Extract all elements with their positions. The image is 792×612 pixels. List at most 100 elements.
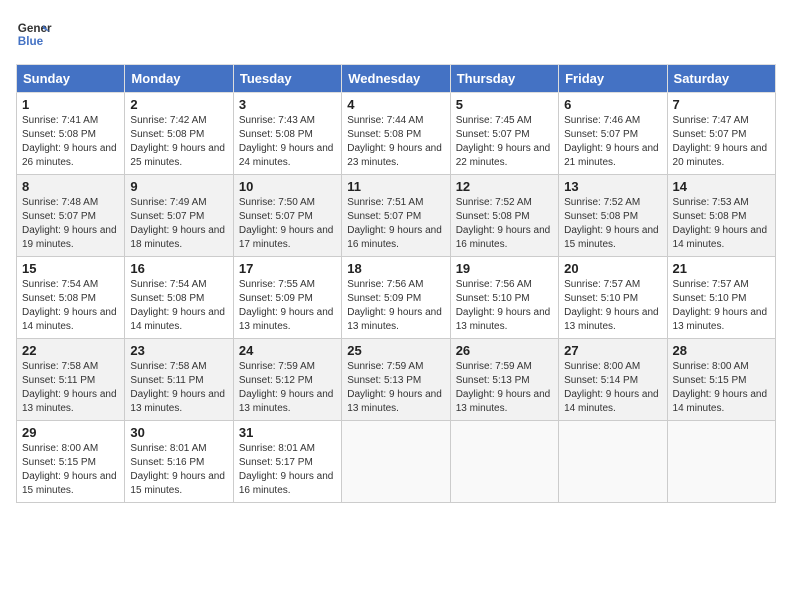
cell-day-number: 15 — [22, 261, 119, 276]
cell-info: Sunrise: 7:47 AMSunset: 5:07 PMDaylight:… — [673, 114, 770, 170]
calendar-cell: 12 Sunrise: 7:52 AMSunset: 5:08 PMDayligh… — [450, 175, 558, 257]
cell-info: Sunrise: 8:01 AMSunset: 5:16 PMDaylight:… — [130, 442, 227, 498]
calendar-cell: 24 Sunrise: 7:59 AMSunset: 5:12 PMDayligh… — [233, 339, 341, 421]
cell-info: Sunrise: 7:49 AMSunset: 5:07 PMDaylight:… — [130, 196, 227, 252]
col-header-thursday: Thursday — [450, 65, 558, 93]
calendar-cell: 5 Sunrise: 7:45 AMSunset: 5:07 PMDaylight… — [450, 93, 558, 175]
cell-info: Sunrise: 7:54 AMSunset: 5:08 PMDaylight:… — [130, 278, 227, 334]
calendar-cell: 29Sunrise: 8:00 AMSunset: 5:15 PMDayligh… — [17, 421, 125, 503]
calendar-cell: 25 Sunrise: 7:59 AMSunset: 5:13 PMDayligh… — [342, 339, 450, 421]
cell-info: Sunrise: 7:46 AMSunset: 5:07 PMDaylight:… — [564, 114, 661, 170]
cell-info: Sunrise: 7:55 AMSunset: 5:09 PMDaylight:… — [239, 278, 336, 334]
cell-day-number: 20 — [564, 261, 661, 276]
cell-info: Sunrise: 7:57 AMSunset: 5:10 PMDaylight:… — [673, 278, 770, 334]
col-header-monday: Monday — [125, 65, 233, 93]
cell-day-number: 6 — [564, 97, 661, 112]
calendar-cell — [342, 421, 450, 503]
cell-info: Sunrise: 7:44 AMSunset: 5:08 PMDaylight:… — [347, 114, 444, 170]
cell-day-number: 23 — [130, 343, 227, 358]
calendar-cell — [559, 421, 667, 503]
cell-day-number: 18 — [347, 261, 444, 276]
calendar-cell: 18Sunrise: 7:56 AMSunset: 5:09 PMDayligh… — [342, 257, 450, 339]
cell-day-number: 31 — [239, 425, 336, 440]
cell-day-number: 28 — [673, 343, 770, 358]
cell-info: Sunrise: 7:53 AMSunset: 5:08 PMDaylight:… — [673, 196, 770, 252]
calendar-header-row: SundayMondayTuesdayWednesdayThursdayFrid… — [17, 65, 776, 93]
cell-day-number: 12 — [456, 179, 553, 194]
cell-info: Sunrise: 7:52 AMSunset: 5:08 PMDaylight:… — [456, 196, 553, 252]
calendar-cell: 8 Sunrise: 7:48 AMSunset: 5:07 PMDaylight… — [17, 175, 125, 257]
cell-day-number: 30 — [130, 425, 227, 440]
calendar-cell: 30 Sunrise: 8:01 AMSunset: 5:16 PMDayligh… — [125, 421, 233, 503]
calendar-cell: 17 Sunrise: 7:55 AMSunset: 5:09 PMDayligh… — [233, 257, 341, 339]
cell-info: Sunrise: 7:45 AMSunset: 5:07 PMDaylight:… — [456, 114, 553, 170]
calendar-cell: 10 Sunrise: 7:50 AMSunset: 5:07 PMDayligh… — [233, 175, 341, 257]
calendar-cell: 26 Sunrise: 7:59 AMSunset: 5:13 PMDayligh… — [450, 339, 558, 421]
cell-info: Sunrise: 8:00 AMSunset: 5:14 PMDaylight:… — [564, 360, 661, 416]
logo-icon: General Blue — [16, 16, 52, 52]
calendar-cell: 22 Sunrise: 7:58 AMSunset: 5:11 PMDayligh… — [17, 339, 125, 421]
cell-day-number: 29 — [22, 425, 119, 440]
calendar-week-row: 22 Sunrise: 7:58 AMSunset: 5:11 PMDayligh… — [17, 339, 776, 421]
calendar-cell: 31Sunrise: 8:01 AMSunset: 5:17 PMDayligh… — [233, 421, 341, 503]
cell-info: Sunrise: 7:54 AMSunset: 5:08 PMDaylight:… — [22, 278, 119, 334]
cell-day-number: 2 — [130, 97, 227, 112]
cell-info: Sunrise: 7:58 AMSunset: 5:11 PMDaylight:… — [22, 360, 119, 416]
calendar-cell: 21 Sunrise: 7:57 AMSunset: 5:10 PMDayligh… — [667, 257, 775, 339]
cell-day-number: 19 — [456, 261, 553, 276]
col-header-tuesday: Tuesday — [233, 65, 341, 93]
cell-info: Sunrise: 7:51 AMSunset: 5:07 PMDaylight:… — [347, 196, 444, 252]
calendar-cell: 2 Sunrise: 7:42 AMSunset: 5:08 PMDaylight… — [125, 93, 233, 175]
cell-day-number: 17 — [239, 261, 336, 276]
cell-day-number: 11 — [347, 179, 444, 194]
calendar-week-row: 15 Sunrise: 7:54 AMSunset: 5:08 PMDayligh… — [17, 257, 776, 339]
calendar-cell: 9 Sunrise: 7:49 AMSunset: 5:07 PMDaylight… — [125, 175, 233, 257]
calendar-cell: 28 Sunrise: 8:00 AMSunset: 5:15 PMDayligh… — [667, 339, 775, 421]
cell-day-number: 26 — [456, 343, 553, 358]
cell-day-number: 1 — [22, 97, 119, 112]
calendar-cell: 19 Sunrise: 7:56 AMSunset: 5:10 PMDayligh… — [450, 257, 558, 339]
cell-info: Sunrise: 7:41 AMSunset: 5:08 PMDaylight:… — [22, 114, 119, 170]
cell-info: Sunrise: 7:42 AMSunset: 5:08 PMDaylight:… — [130, 114, 227, 170]
calendar-cell: 7 Sunrise: 7:47 AMSunset: 5:07 PMDaylight… — [667, 93, 775, 175]
cell-info: Sunrise: 7:48 AMSunset: 5:07 PMDaylight:… — [22, 196, 119, 252]
cell-info: Sunrise: 7:50 AMSunset: 5:07 PMDaylight:… — [239, 196, 336, 252]
calendar-cell: 6 Sunrise: 7:46 AMSunset: 5:07 PMDaylight… — [559, 93, 667, 175]
cell-day-number: 3 — [239, 97, 336, 112]
calendar-cell — [667, 421, 775, 503]
cell-day-number: 4 — [347, 97, 444, 112]
calendar-cell: 1 Sunrise: 7:41 AMSunset: 5:08 PMDaylight… — [17, 93, 125, 175]
calendar-cell: 13Sunrise: 7:52 AMSunset: 5:08 PMDayligh… — [559, 175, 667, 257]
logo: General Blue — [16, 16, 52, 52]
cell-day-number: 9 — [130, 179, 227, 194]
col-header-sunday: Sunday — [17, 65, 125, 93]
calendar-table: SundayMondayTuesdayWednesdayThursdayFrid… — [16, 64, 776, 503]
cell-info: Sunrise: 7:59 AMSunset: 5:12 PMDaylight:… — [239, 360, 336, 416]
cell-day-number: 21 — [673, 261, 770, 276]
calendar-week-row: 29Sunrise: 8:00 AMSunset: 5:15 PMDayligh… — [17, 421, 776, 503]
col-header-saturday: Saturday — [667, 65, 775, 93]
cell-day-number: 7 — [673, 97, 770, 112]
cell-day-number: 25 — [347, 343, 444, 358]
cell-day-number: 10 — [239, 179, 336, 194]
cell-info: Sunrise: 8:00 AMSunset: 5:15 PMDaylight:… — [673, 360, 770, 416]
svg-text:Blue: Blue — [18, 35, 44, 48]
cell-info: Sunrise: 7:43 AMSunset: 5:08 PMDaylight:… — [239, 114, 336, 170]
page-header: General Blue — [16, 16, 776, 52]
calendar-cell: 27 Sunrise: 8:00 AMSunset: 5:14 PMDayligh… — [559, 339, 667, 421]
cell-day-number: 22 — [22, 343, 119, 358]
cell-day-number: 24 — [239, 343, 336, 358]
calendar-cell: 16 Sunrise: 7:54 AMSunset: 5:08 PMDayligh… — [125, 257, 233, 339]
cell-day-number: 16 — [130, 261, 227, 276]
calendar-cell: 14Sunrise: 7:53 AMSunset: 5:08 PMDayligh… — [667, 175, 775, 257]
calendar-week-row: 8 Sunrise: 7:48 AMSunset: 5:07 PMDaylight… — [17, 175, 776, 257]
col-header-friday: Friday — [559, 65, 667, 93]
cell-day-number: 8 — [22, 179, 119, 194]
calendar-cell: 15 Sunrise: 7:54 AMSunset: 5:08 PMDayligh… — [17, 257, 125, 339]
cell-info: Sunrise: 7:56 AMSunset: 5:10 PMDaylight:… — [456, 278, 553, 334]
cell-day-number: 5 — [456, 97, 553, 112]
cell-info: Sunrise: 7:59 AMSunset: 5:13 PMDaylight:… — [456, 360, 553, 416]
cell-info: Sunrise: 7:59 AMSunset: 5:13 PMDaylight:… — [347, 360, 444, 416]
cell-day-number: 27 — [564, 343, 661, 358]
cell-day-number: 13 — [564, 179, 661, 194]
